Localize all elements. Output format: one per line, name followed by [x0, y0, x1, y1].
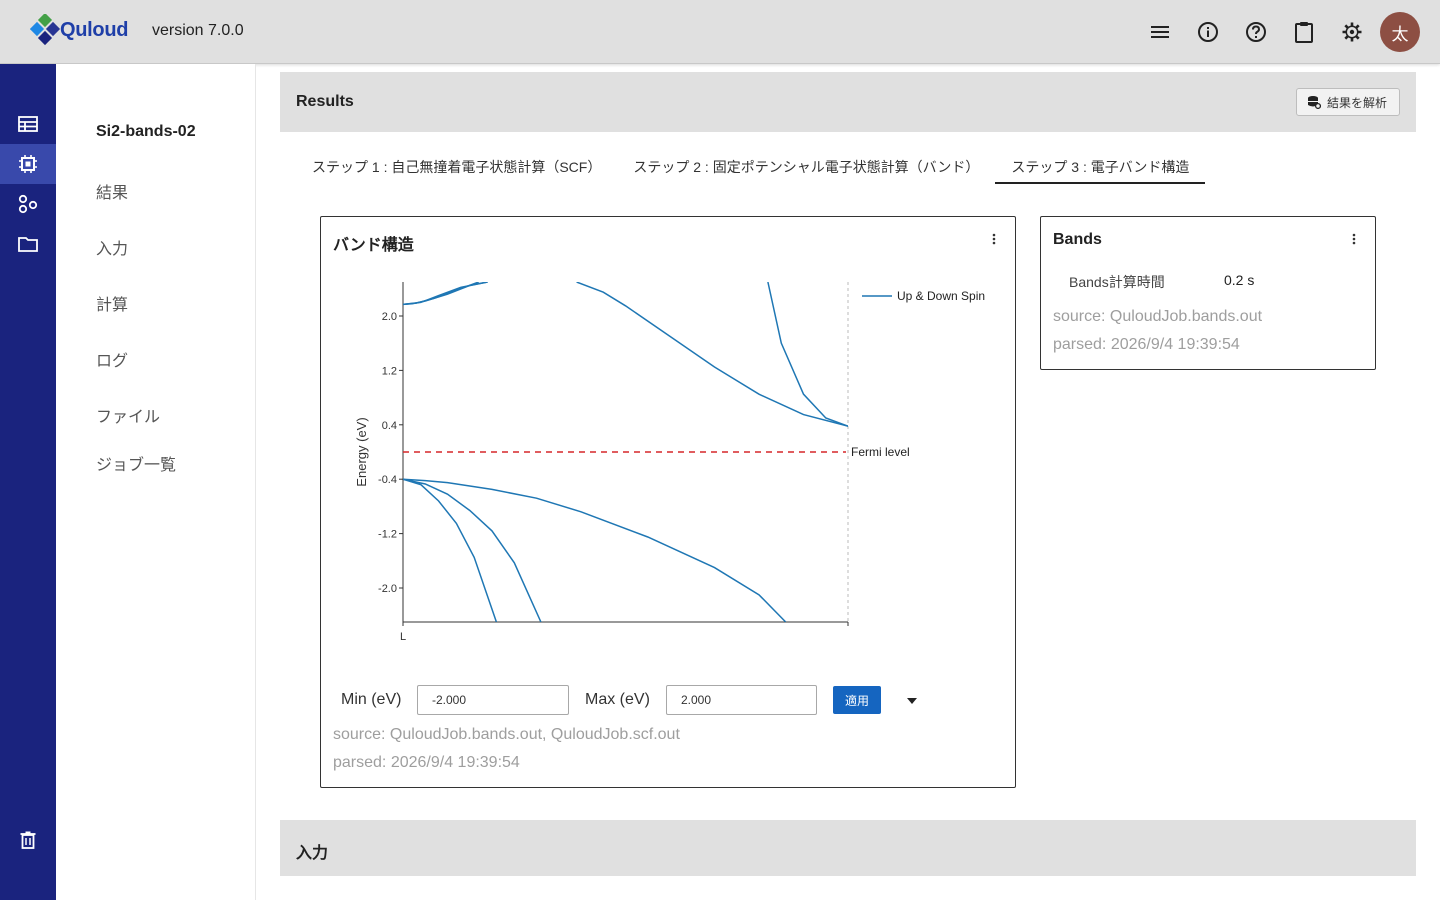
rail-chip-button[interactable]: [0, 144, 56, 184]
band-structure-card: バンド構造 -2.0 -1.2 -0.4 0.4 1.2 2.0 L Energy (eV) F…: [320, 216, 1016, 788]
results-section-header: Results 結果を解析: [280, 72, 1416, 132]
menu-icon[interactable]: [1140, 12, 1180, 52]
dashboard-icon: [18, 116, 38, 132]
y-tick-label: 1.2: [382, 365, 397, 377]
max-energy-label: Max (eV): [585, 691, 650, 708]
analyze-results-button[interactable]: 結果を解析: [1295, 88, 1400, 116]
step-tabs: ステップ 1 : 自己無撞着電子状態計算（SCF） ステップ 2 : 固定ポテン…: [296, 148, 1206, 184]
y-axis-label: Energy (eV): [354, 417, 369, 486]
nav-item-files[interactable]: ファイル: [96, 403, 160, 427]
bands-time-key: Bands計算時間: [1069, 274, 1165, 290]
app-version: version 7.0.0: [152, 22, 244, 39]
min-energy-label: Min (eV): [341, 691, 402, 708]
clipboard-icon[interactable]: [1284, 12, 1324, 52]
band-line: [576, 282, 848, 427]
database-analyze-icon: [1307, 96, 1321, 109]
tab-step-3[interactable]: ステップ 3 : 電子バンド構造: [995, 148, 1206, 184]
bands-time-value: 0.2 s: [1224, 272, 1255, 288]
rail-dashboard-button[interactable]: [0, 104, 56, 144]
job-nav: Si2-bands-02 結果 入力 計算 ログ ファイル ジョブ一覧: [56, 64, 256, 900]
band-source-text: source: QuloudJob.bands.out, QuloudJob.s…: [333, 726, 680, 743]
fermi-level-label: Fermi level: [851, 445, 910, 459]
quloud-logo-icon: [30, 14, 61, 46]
apply-button[interactable]: 適用: [833, 686, 882, 714]
nav-item-calculation[interactable]: 計算: [96, 291, 128, 315]
input-section-header: 入力: [280, 820, 1416, 876]
nav-item-results[interactable]: 結果: [96, 179, 128, 203]
tab-step-2[interactable]: ステップ 2 : 固定ポテンシャル電子状態計算（バンド）: [617, 148, 995, 184]
y-tick-label: -0.4: [378, 474, 397, 486]
rail-apps-button[interactable]: [0, 184, 56, 224]
app-header: Quloud version 7.0.0 太: [0, 0, 1440, 64]
y-tick-label: -2.0: [378, 583, 397, 595]
chip-icon: [19, 155, 37, 173]
min-energy-input[interactable]: [417, 685, 569, 715]
band-line: [403, 282, 488, 306]
settings-icon[interactable]: [1332, 12, 1372, 52]
info-icon[interactable]: [1188, 12, 1228, 52]
brand-name: Quloud: [60, 19, 129, 41]
y-tick-label: 0.4: [382, 420, 397, 432]
bands-card-menu-button[interactable]: [1346, 231, 1362, 247]
input-section-title: 入力: [296, 845, 329, 862]
trash-icon: [20, 831, 36, 849]
legend-label: Up & Down Spin: [897, 289, 985, 303]
bands-source-text: source: QuloudJob.bands.out: [1053, 308, 1263, 325]
job-title: Si2-bands-02: [96, 123, 196, 140]
x-tick-label: L: [400, 631, 406, 643]
dropdown-caret-icon[interactable]: [906, 697, 918, 705]
tab-step-1[interactable]: ステップ 1 : 自己無撞着電子状態計算（SCF）: [296, 148, 617, 184]
analyze-results-label: 結果を解析: [1326, 95, 1387, 110]
results-title: Results: [296, 93, 354, 110]
nav-item-job-list[interactable]: ジョブ一覧: [96, 451, 176, 475]
y-tick-label: 2.0: [382, 311, 397, 323]
bands-card-title: Bands: [1053, 231, 1102, 248]
bands-parsed-text: parsed: 2026/9/4 19:39:54: [1053, 336, 1240, 353]
y-tick-label: -1.2: [378, 529, 397, 541]
rail-folder-button[interactable]: [0, 224, 56, 264]
nav-item-input[interactable]: 入力: [96, 235, 128, 259]
left-rail: [0, 64, 56, 900]
bands-info-card: Bands Bands計算時間 0.2 s source: QuloudJob.…: [1040, 216, 1376, 370]
max-energy-input[interactable]: [666, 685, 817, 715]
apps-icon: [18, 194, 38, 214]
band-line: [403, 478, 498, 622]
band-structure-chart: -2.0 -1.2 -0.4 0.4 1.2 2.0 L Energy (eV) Fermi l…: [354, 282, 985, 643]
more-vert-icon: [1352, 233, 1356, 245]
band-line: [403, 478, 787, 622]
rail-trash-button[interactable]: [0, 820, 56, 860]
user-avatar[interactable]: 太: [1380, 12, 1420, 52]
folder-icon: [18, 237, 38, 252]
band-line: [403, 478, 542, 622]
band-parsed-text: parsed: 2026/9/4 19:39:54: [333, 754, 520, 771]
nav-item-log[interactable]: ログ: [96, 347, 128, 371]
help-icon[interactable]: [1236, 12, 1276, 52]
